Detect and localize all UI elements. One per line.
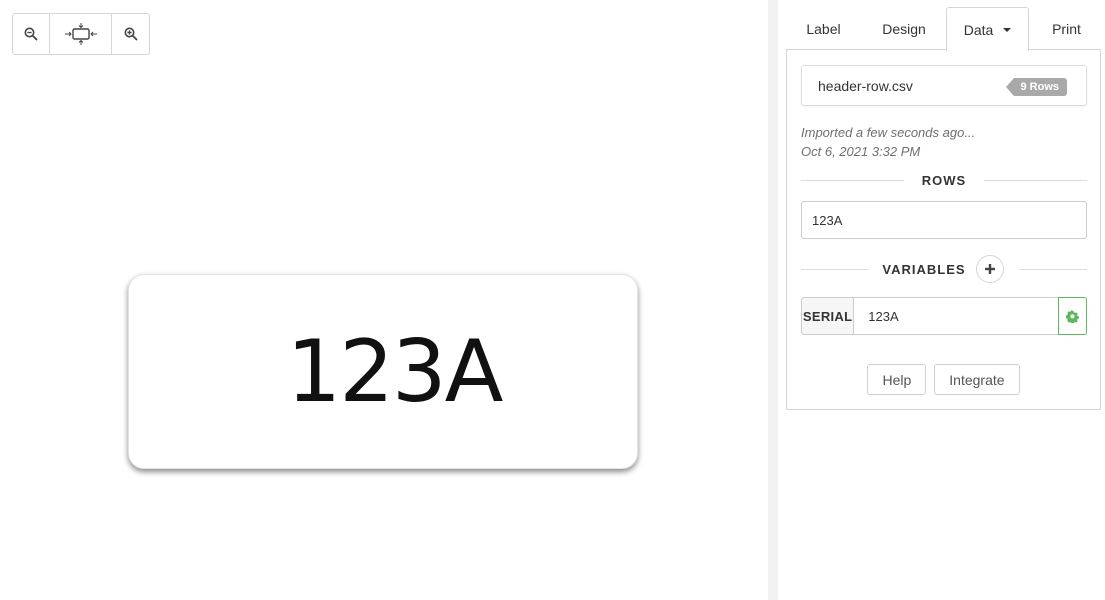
divider	[801, 268, 869, 270]
gear-icon	[1066, 309, 1080, 323]
tab-data-text: Data	[963, 21, 994, 38]
action-buttons: Help Integrate	[787, 364, 1100, 395]
add-variable-button[interactable]	[975, 255, 1004, 283]
variable-name: SERIAL	[801, 297, 854, 335]
tab-print-text: Print	[1052, 20, 1081, 37]
tab-design[interactable]: Design	[866, 7, 942, 50]
import-note: Imported a few seconds ago... Oct 6, 202…	[801, 123, 975, 161]
tab-label[interactable]: Label	[786, 7, 861, 50]
side-panel: Label Design Data Print header-row.csv 9…	[778, 0, 1105, 600]
label-preview-text: 123A	[286, 321, 504, 422]
data-file-card[interactable]: header-row.csv 9 Rows	[801, 65, 1087, 106]
zoom-in-button[interactable]	[112, 14, 149, 54]
label-canvas: 123A	[0, 0, 768, 600]
data-tab-content: header-row.csv 9 Rows Imported a few sec…	[786, 49, 1101, 410]
fit-to-screen-icon	[64, 23, 97, 45]
integrate-button[interactable]: Integrate	[934, 364, 1020, 395]
import-timestamp: Oct 6, 2021 3:32 PM	[801, 144, 921, 159]
panel-tabs: Label Design Data Print	[786, 7, 1100, 51]
zoom-in-icon	[124, 27, 137, 41]
variable-settings-button[interactable]	[1058, 297, 1087, 335]
variable-row: SERIAL	[801, 297, 1087, 335]
divider	[1019, 268, 1087, 270]
rows-heading: ROWS	[921, 172, 967, 188]
tab-design-text: Design	[882, 20, 926, 37]
row-select-input[interactable]	[801, 201, 1087, 239]
file-name: header-row.csv	[818, 78, 913, 94]
tab-data[interactable]: Data	[946, 7, 1029, 51]
import-status: Imported a few seconds ago...	[801, 125, 976, 140]
label-preview[interactable]: 123A	[128, 274, 638, 469]
zoom-out-icon	[24, 27, 38, 41]
tab-label-text: Label	[806, 20, 841, 37]
variable-value-input[interactable]	[853, 297, 1059, 335]
rows-count-badge: 9 Rows	[1006, 78, 1067, 96]
fit-to-screen-button[interactable]	[50, 14, 112, 54]
zoom-toolbar	[12, 13, 150, 55]
variables-heading: VARIABLES	[882, 261, 966, 277]
rows-section-header: ROWS	[801, 171, 1088, 189]
variables-section-header: VARIABLES	[801, 254, 1087, 284]
panel-divider	[768, 0, 778, 600]
divider	[801, 179, 904, 181]
divider	[984, 179, 1088, 181]
plus-icon	[984, 264, 995, 274]
help-button[interactable]: Help	[867, 364, 927, 395]
tab-print[interactable]: Print	[1033, 7, 1100, 50]
chevron-down-icon[interactable]	[1003, 28, 1012, 32]
zoom-out-button[interactable]	[13, 14, 50, 54]
